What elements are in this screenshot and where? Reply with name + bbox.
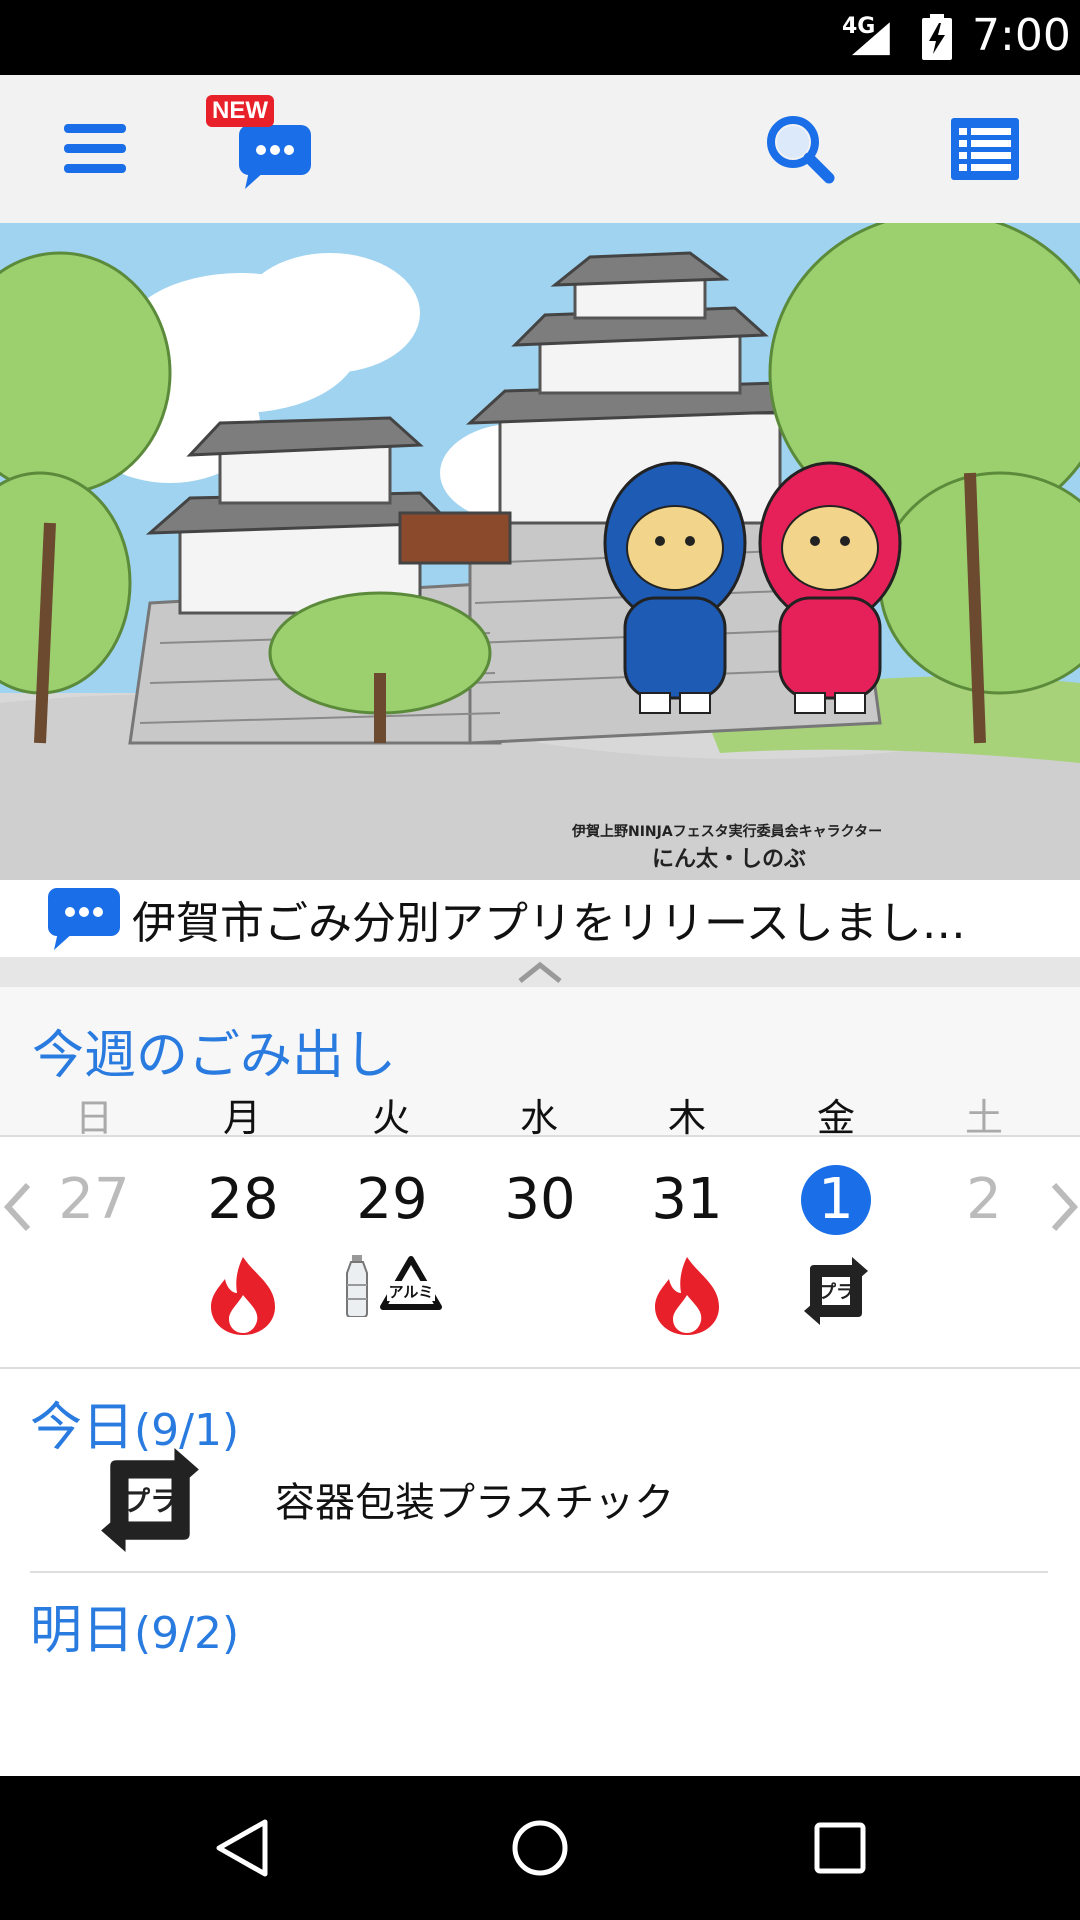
week-header: 今週のごみ出し 日 月 火 水 木 金 土 [0, 987, 1080, 1140]
burnable-fire-icon [211, 1257, 275, 1335]
status-bar: 4G 7:00 [0, 0, 1080, 75]
search-icon [767, 116, 835, 184]
day-cell[interactable]: 30 [470, 1137, 610, 1369]
weekday-wed: 水 [519, 1096, 558, 1140]
weekday-mon: 月 [222, 1096, 261, 1140]
chevron-up-icon [518, 961, 562, 983]
week-calendar: 27 28 29 アルミ 30 31 1 プラ 2 [0, 1137, 1080, 1369]
ninja-ninta [603, 461, 747, 714]
day-cell-today[interactable]: 1 プラ [766, 1137, 906, 1369]
tomorrow-heading: 明日(9/2) [30, 1588, 239, 1663]
weekday-fri: 金 [816, 1096, 855, 1140]
banner-illustration[interactable]: 伊賀上野NINJAフェスタ実行委員会キャラクター にん太・しのぶ [0, 223, 1080, 880]
day-number: 2 [966, 1167, 1002, 1232]
week-title: 今週のごみ出し [32, 1026, 397, 1086]
home-button[interactable] [460, 1776, 620, 1920]
ninja-shinobu [758, 461, 902, 714]
day-cell[interactable]: 27 [24, 1137, 164, 1369]
plastic-recycle-icon: プラ [101, 1448, 199, 1552]
day-number: 29 [356, 1167, 428, 1232]
day-cell[interactable]: 28 [173, 1137, 313, 1369]
chat-bubble-icon [48, 887, 120, 950]
new-badge: NEW [206, 95, 274, 127]
day-cell[interactable]: 2 [914, 1137, 1054, 1369]
clock: 7:00 [972, 10, 1071, 61]
plastic-mark-label: プラ [818, 1281, 854, 1303]
day-number: 30 [504, 1167, 576, 1232]
day-number: 31 [651, 1167, 723, 1232]
aluminum-can-icon: アルミ [380, 1256, 442, 1310]
weekday-tue: 火 [371, 1096, 410, 1140]
system-nav-bar [0, 1776, 1080, 1920]
chat-bubble-icon [239, 125, 311, 189]
app-toolbar: NEW [0, 75, 1080, 223]
banner-caption-line2: にん太・しのぶ [652, 847, 807, 872]
list-icon [951, 118, 1019, 180]
day-number: 27 [58, 1167, 130, 1232]
signal-icon [852, 22, 890, 56]
search-button[interactable] [750, 75, 850, 223]
today-item-name: 容器包装プラスチック [275, 1480, 675, 1526]
list-view-button[interactable] [940, 75, 1030, 223]
weekday-sun: 日 [74, 1096, 113, 1140]
divider [30, 1571, 1048, 1573]
day-cell[interactable]: 29 アルミ [322, 1137, 462, 1369]
news-text: 伊賀市ごみ分別アプリをリリースしまし… [132, 897, 966, 949]
back-button[interactable] [162, 1776, 322, 1920]
recents-button[interactable] [760, 1776, 920, 1920]
day-cell[interactable]: 31 [617, 1137, 757, 1369]
aluminum-label: アルミ [389, 1283, 434, 1301]
recents-square-icon [814, 1822, 866, 1874]
weekday-thu: 木 [667, 1096, 706, 1140]
menu-button[interactable] [50, 75, 140, 223]
plastic-recycle-icon: プラ [804, 1257, 868, 1325]
castle-ninja-illustration [0, 223, 1080, 880]
news-ticker[interactable]: 伊賀市ごみ分別アプリをリリースしまし… [0, 880, 1080, 957]
back-triangle-icon [216, 1819, 268, 1877]
burnable-fire-icon [655, 1257, 719, 1335]
day-number: 1 [818, 1167, 854, 1232]
pet-bottle-icon [346, 1255, 368, 1317]
day-number: 28 [207, 1167, 279, 1232]
tomorrow-label: 明日 [30, 1601, 135, 1661]
hamburger-menu-icon [64, 124, 126, 173]
collapse-handle[interactable] [0, 957, 1080, 987]
weekday-sat: 土 [964, 1096, 1003, 1140]
home-circle-icon [512, 1820, 568, 1876]
tomorrow-date: (9/2) [134, 1608, 240, 1659]
battery-charging-icon [922, 14, 952, 60]
banner-caption-line1: 伊賀上野NINJAフェスタ実行委員会キャラクター [572, 824, 883, 840]
plastic-mark-label: プラ [123, 1486, 178, 1518]
